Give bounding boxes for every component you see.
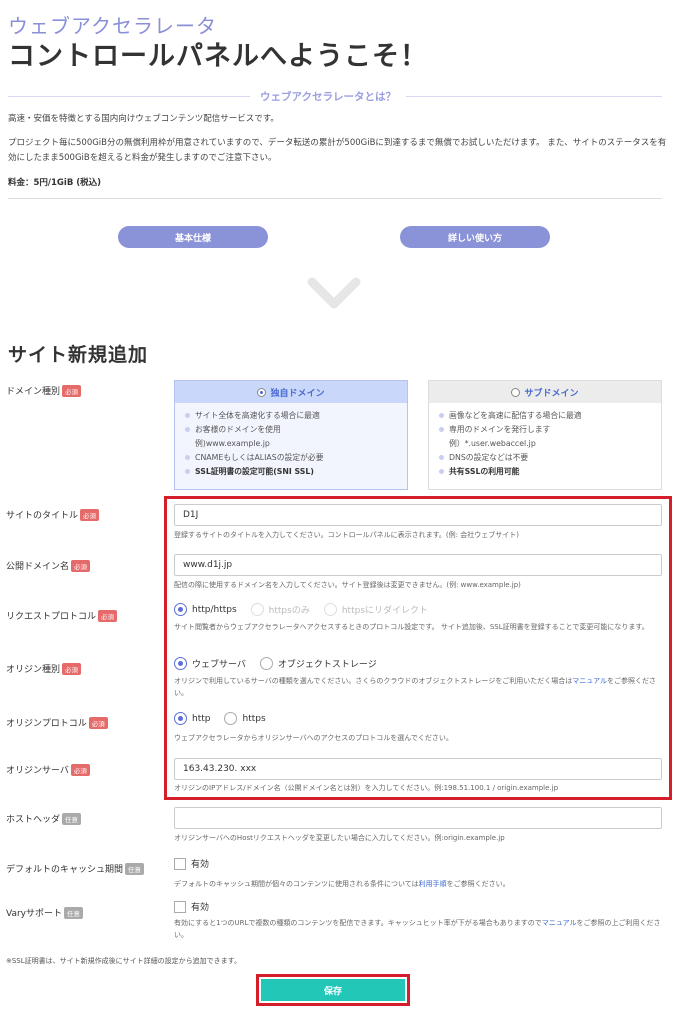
domain-card-sub[interactable]: サブドメイン 画像などを高速に配信する場合に最適 専用のドメインを発行します 例… — [428, 380, 662, 490]
save-button[interactable]: 保存 — [261, 979, 405, 1001]
usage-guide-button[interactable]: 詳しい使い方 — [400, 226, 550, 248]
public-domain-label: 公開ドメイン名 必須 — [6, 559, 91, 572]
required-badge: 必須 — [71, 559, 91, 572]
list-item: サイト全体を高速化する場合に最適 — [185, 409, 407, 423]
origin-server-label-text: オリジンサーバ — [6, 766, 69, 776]
vary-label: Varyサポート 任意 — [6, 906, 83, 919]
vary-help: 有効にすると1つのURLで複数の種類のコンテンツを配信できます。キャッシュヒット… — [174, 917, 664, 941]
origin-type-label-text: オリジン種別 — [6, 665, 61, 675]
radio-icon[interactable] — [257, 387, 267, 397]
domain-card-sub-list: 画像などを高速に配信する場合に最適 専用のドメインを発行します 例）*.user… — [429, 403, 661, 479]
request-protocol-label-text: リクエストプロトコル — [6, 612, 97, 622]
list-item: 共有SSLの利用可能 — [439, 465, 661, 479]
required-badge: 必須 — [62, 662, 82, 675]
list-item: CNAMEもしくはALIASの設定が必要 — [185, 451, 407, 465]
required-badge: 必須 — [62, 384, 82, 397]
cache-period-help: デフォルトのキャッシュ期間が個々のコンテンツに使用される条件については利用手順を… — [174, 878, 664, 890]
optional-badge: 任意 — [62, 812, 82, 825]
origin-protocol-label: オリジンプロトコル 必須 — [6, 716, 108, 729]
about-intro: 高速・安価を特徴とする国内向けウェブコンテンツ配信サービスです。 — [8, 114, 279, 124]
help-text: をご参照ください。 — [446, 880, 510, 888]
about-heading: ウェブアクセラレータとは？ — [250, 89, 406, 104]
list-item: 例）*.user.webaccel.jp — [449, 439, 536, 448]
host-header-help: オリジンサーバへのHostリクエストヘッダを変更したい場合に入力してください。例… — [174, 834, 505, 842]
domain-card-own-list: サイト全体を高速化する場合に最適 お客様のドメインを使用 例)www.examp… — [175, 403, 407, 479]
page-title: コントロールパネルへようこそ！ — [8, 41, 428, 72]
cache-period-checkbox[interactable]: 有効 — [174, 857, 209, 870]
host-header-label: ホストヘッダ 任意 — [6, 812, 82, 825]
basic-spec-button[interactable]: 基本仕様 — [118, 226, 268, 248]
optional-badge: 任意 — [125, 862, 145, 875]
checkbox-label: 有効 — [191, 903, 210, 913]
request-protocol-label: リクエストプロトコル 必須 — [6, 609, 118, 622]
list-item: SSL証明書の設定可能(SNI SSL) — [185, 465, 407, 479]
chevron-down-icon — [307, 277, 361, 309]
domain-type-label-text: ドメイン種別 — [6, 387, 61, 397]
host-header-input[interactable] — [174, 807, 662, 829]
divider — [8, 198, 662, 199]
about-free-tier: プロジェクト毎に500GiB分の無償利用枠が用意されていますので、データ転送の累… — [8, 138, 667, 163]
cache-period-label: デフォルトのキャッシュ期間 任意 — [6, 862, 145, 875]
usage-procedure-link[interactable]: 利用手順 — [419, 880, 447, 888]
list-item: DNSの設定などは不要 — [439, 451, 661, 465]
required-badge: 必須 — [70, 763, 90, 776]
list-item: 画像などを高速に配信する場合に最適 — [439, 409, 661, 423]
public-domain-label-text: 公開ドメイン名 — [6, 562, 70, 572]
price-text: 料金：5円/1GiB (税込) — [8, 178, 102, 188]
manual-link[interactable]: マニュアル — [542, 919, 577, 927]
domain-card-own[interactable]: 独自ドメイン サイト全体を高速化する場合に最適 お客様のドメインを使用 例)ww… — [174, 380, 408, 490]
domain-card-own-title: 独自ドメイン — [270, 388, 325, 399]
site-title-label: サイトのタイトル 必須 — [6, 508, 100, 521]
required-badge: 必須 — [80, 508, 100, 521]
ssl-note: ※SSL証明書は、サイト新規作成後にサイト詳細の設定から追加できます。 — [6, 957, 241, 965]
domain-type-label: ドメイン種別 必須 — [6, 384, 82, 397]
required-badge: 必須 — [88, 716, 108, 729]
list-item: 専用のドメインを発行します — [439, 423, 661, 437]
highlight-frame — [164, 496, 672, 800]
cache-period-label-text: デフォルトのキャッシュ期間 — [6, 865, 124, 875]
checkbox-icon[interactable] — [174, 900, 186, 913]
required-badge: 必須 — [98, 609, 118, 622]
help-text: デフォルトのキャッシュ期間が個々のコンテンツに使用される条件については — [174, 880, 419, 888]
radio-icon[interactable] — [511, 387, 521, 397]
origin-protocol-label-text: オリジンプロトコル — [6, 719, 87, 729]
checkbox-icon[interactable] — [174, 857, 186, 870]
checkbox-label: 有効 — [191, 860, 210, 870]
vary-label-text: Varyサポート — [6, 909, 62, 919]
domain-card-sub-header[interactable]: サブドメイン — [429, 381, 661, 403]
optional-badge: 任意 — [64, 906, 83, 919]
domain-card-sub-title: サブドメイン — [524, 388, 579, 399]
section-title: サイト新規追加 — [8, 344, 149, 366]
vary-checkbox[interactable]: 有効 — [174, 900, 209, 913]
help-text: 有効にすると1つのURLで複数の種類のコンテンツを配信できます。キャッシュヒット… — [174, 919, 542, 927]
domain-card-own-header[interactable]: 独自ドメイン — [175, 381, 407, 403]
list-item: お客様のドメインを使用 — [185, 423, 407, 437]
host-header-label-text: ホストヘッダ — [6, 815, 61, 825]
site-title-label-text: サイトのタイトル — [6, 511, 79, 521]
list-item: 例)www.example.jp — [195, 439, 270, 448]
origin-server-label: オリジンサーバ 必須 — [6, 763, 90, 776]
origin-type-label: オリジン種別 必須 — [6, 662, 82, 675]
